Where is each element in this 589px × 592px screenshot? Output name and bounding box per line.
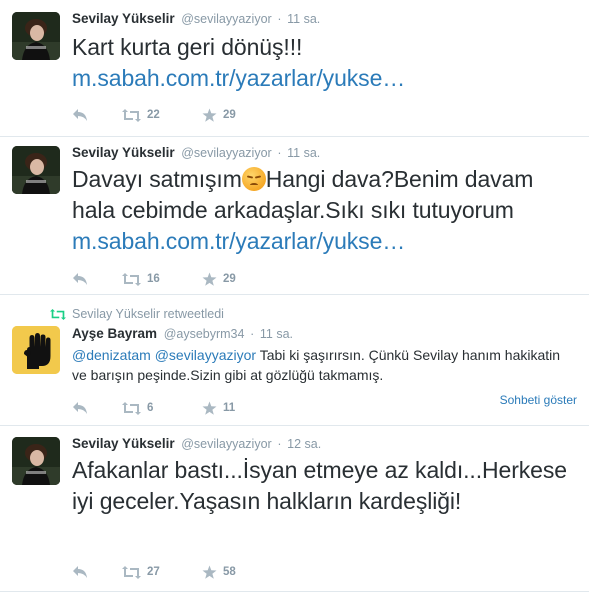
author-name[interactable]: Sevilay Yükselir xyxy=(72,11,175,26)
favorite-button[interactable]: 29 xyxy=(202,106,236,124)
favorite-count: 29 xyxy=(223,109,236,121)
tweet-header: Sevilay Yükselir @sevilayyaziyor · 12 sa… xyxy=(72,435,321,453)
reply-icon xyxy=(73,109,87,121)
retweet-button[interactable]: 6 xyxy=(122,399,153,417)
tweet-text-body: Afakanlar bastı...İsyan etmeye az kaldı.… xyxy=(72,457,567,514)
author-username[interactable]: @sevilayyaziyor xyxy=(181,437,272,451)
tweet-text: @denizatam @sevilayyaziyor Tabi ki şaşır… xyxy=(72,345,577,385)
reply-icon xyxy=(73,566,87,578)
star-icon xyxy=(202,108,217,122)
tweet-text-body: Kart kurta geri dönüş!!! xyxy=(72,34,303,60)
retweet-count: 6 xyxy=(147,402,154,414)
retweet-button[interactable]: 22 xyxy=(122,106,160,124)
tweet-header: Ayşe Bayram @aysebyrm34 · 11 sa. xyxy=(72,325,293,343)
tweet[interactable]: Sevilay Yükselir retweetledi Ayşe Bayram… xyxy=(0,295,589,426)
retweet-count: 22 xyxy=(147,109,160,121)
avatar[interactable] xyxy=(12,326,60,374)
favorite-count: 58 xyxy=(223,566,236,578)
mention-link[interactable]: @denizatam xyxy=(72,347,151,363)
tweet-text: Kart kurta geri dönüş!!! m.sabah.com.tr/… xyxy=(72,32,582,94)
tweet-link[interactable]: m.sabah.com.tr/yazarlar/yukse… xyxy=(72,65,405,91)
timestamp[interactable]: 11 sa. xyxy=(287,146,320,160)
reply-button[interactable] xyxy=(72,106,88,124)
retweet-context-label: Sevilay Yükselir retweetledi xyxy=(72,307,224,321)
tweet-actions: 22 29 xyxy=(72,106,572,124)
retweet-icon xyxy=(50,308,66,320)
author-username[interactable]: @sevilayyaziyor xyxy=(181,12,272,26)
author-name[interactable]: Sevilay Yükselir xyxy=(72,145,175,160)
favorite-count: 29 xyxy=(223,273,236,285)
author-username[interactable]: @aysebyrm34 xyxy=(164,327,245,341)
tweet-text: Davayı satmışım Hangi dava?Benim davam ha… xyxy=(72,164,582,257)
favorite-count: 11 xyxy=(223,402,236,414)
favorite-button[interactable]: 29 xyxy=(202,270,236,288)
separator-dot: · xyxy=(277,437,282,451)
retweet-context[interactable]: Sevilay Yükselir retweetledi xyxy=(50,306,224,322)
tweet-text-body: Davayı satmışım xyxy=(72,166,242,192)
rabia-hand-icon xyxy=(12,326,60,374)
tweet-link[interactable]: m.sabah.com.tr/yazarlar/yukse… xyxy=(72,228,405,254)
star-icon xyxy=(202,272,217,286)
tweet-header: Sevilay Yükselir @sevilayyaziyor · 11 sa… xyxy=(72,144,320,162)
separator-dot: · xyxy=(250,327,255,341)
favorite-button[interactable]: 58 xyxy=(202,563,236,581)
tweet-actions: 16 29 xyxy=(72,270,572,288)
reply-button[interactable] xyxy=(72,270,88,288)
retweet-count: 27 xyxy=(147,566,160,578)
star-icon xyxy=(202,401,217,415)
timestamp[interactable]: 12 sa. xyxy=(287,437,321,451)
avatar[interactable] xyxy=(12,146,60,194)
favorite-button[interactable]: 11 xyxy=(202,399,235,417)
author-name[interactable]: Ayşe Bayram xyxy=(72,326,157,341)
avatar[interactable] xyxy=(12,437,60,485)
retweet-icon xyxy=(122,565,141,579)
reply-icon xyxy=(73,402,87,414)
tweet[interactable]: Sevilay Yükselir @sevilayyaziyor · 11 sa… xyxy=(0,137,589,295)
retweet-icon xyxy=(122,108,141,122)
retweet-icon xyxy=(122,272,141,286)
star-icon xyxy=(202,565,217,579)
separator-dot: · xyxy=(277,12,282,26)
tweet-actions: 27 58 xyxy=(72,563,572,581)
mention-link[interactable]: @sevilayyaziyor xyxy=(155,347,256,363)
tweet-actions: 6 11 xyxy=(72,399,572,417)
timestamp[interactable]: 11 sa. xyxy=(260,327,293,341)
avatar[interactable] xyxy=(12,12,60,60)
disappointed-face-emoji xyxy=(241,167,266,191)
tweet-text: Afakanlar bastı...İsyan etmeye az kaldı.… xyxy=(72,455,582,517)
tweet[interactable]: Sevilay Yükselir @sevilayyaziyor · 11 sa… xyxy=(0,0,589,137)
timestamp[interactable]: 11 sa. xyxy=(287,12,320,26)
retweet-count: 16 xyxy=(147,273,160,285)
reply-icon xyxy=(73,273,87,285)
timeline: Sevilay Yükselir @sevilayyaziyor · 11 sa… xyxy=(0,0,589,592)
tweet-header: Sevilay Yükselir @sevilayyaziyor · 11 sa… xyxy=(72,10,320,28)
retweet-button[interactable]: 16 xyxy=(122,270,160,288)
retweet-icon xyxy=(122,401,141,415)
show-conversation-link[interactable]: Sohbeti göster xyxy=(500,393,577,407)
reply-button[interactable] xyxy=(72,563,88,581)
tweet[interactable]: Sevilay Yükselir @sevilayyaziyor · 12 sa… xyxy=(0,426,589,592)
retweet-button[interactable]: 27 xyxy=(122,563,160,581)
author-username[interactable]: @sevilayyaziyor xyxy=(181,146,272,160)
separator-dot: · xyxy=(277,146,282,160)
author-name[interactable]: Sevilay Yükselir xyxy=(72,436,175,451)
reply-button[interactable] xyxy=(72,399,88,417)
